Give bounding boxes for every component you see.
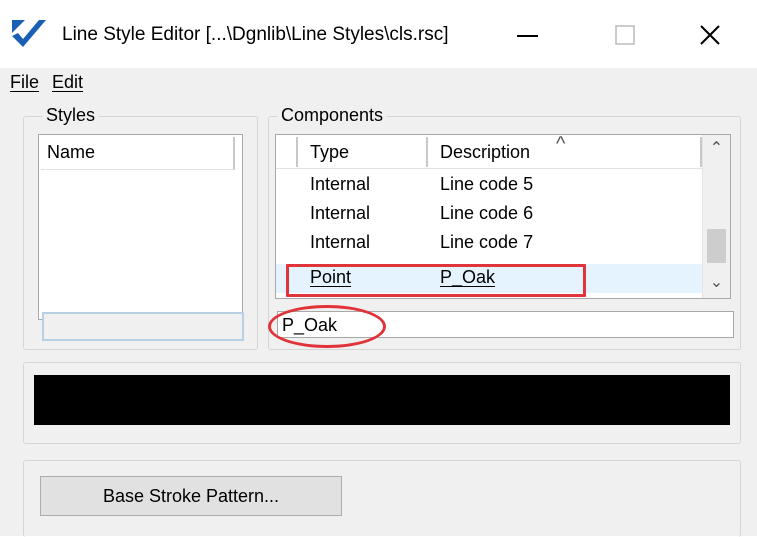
sort-ascending-icon: ^	[556, 134, 566, 155]
input-annotation-ellipse	[268, 305, 386, 348]
close-button[interactable]	[684, 12, 734, 58]
description-column-header[interactable]: Description	[440, 142, 530, 163]
line-style-preview	[34, 375, 730, 425]
selection-annotation-rectangle	[286, 264, 586, 297]
window-title: Line Style Editor [...\Dgnlib\Line Style…	[62, 24, 449, 45]
close-icon	[700, 25, 720, 45]
app-icon	[12, 20, 46, 47]
header-separator	[426, 137, 428, 167]
type-column-header[interactable]: Type	[310, 142, 349, 163]
minimize-icon	[517, 35, 538, 37]
header-separator	[296, 137, 298, 167]
row-type: Internal	[310, 232, 371, 252]
row-description: Line code 6	[440, 203, 534, 223]
row-type: Internal	[310, 174, 371, 194]
title-bar: Line Style Editor [...\Dgnlib\Line Style…	[0, 0, 757, 68]
components-group-label: Components	[277, 105, 388, 126]
menu-bar: File Edit	[0, 68, 757, 99]
row-description: Line code 5	[440, 174, 534, 194]
minimize-button[interactable]	[502, 12, 552, 58]
row-description: Line code 7	[440, 232, 534, 252]
line-style-editor-window: Line Style Editor [...\Dgnlib\Line Style…	[0, 0, 757, 537]
table-row[interactable]: Internal Line code 7	[276, 229, 702, 258]
table-row[interactable]: Internal Line code 6	[276, 200, 702, 229]
menu-edit[interactable]: Edit	[52, 72, 83, 93]
components-header: Type Description ^	[276, 135, 702, 169]
scroll-up-icon[interactable]: ⌃	[703, 135, 730, 162]
style-name-field	[42, 312, 244, 341]
scroll-down-icon[interactable]: ⌄	[703, 269, 730, 296]
maximize-icon	[615, 25, 635, 45]
components-group: Components Type Description ^ Internal L…	[268, 105, 741, 350]
menu-file[interactable]: File	[10, 72, 39, 93]
components-list[interactable]: Type Description ^ Internal Line code 5 …	[275, 134, 731, 299]
scroll-thumb[interactable]	[707, 229, 726, 263]
stroke-pattern-group: Base Stroke Pattern...	[23, 460, 741, 537]
styles-group: Styles Name	[23, 105, 258, 350]
base-stroke-pattern-button[interactable]: Base Stroke Pattern...	[40, 476, 342, 516]
components-scrollbar[interactable]: ⌃ ⌄	[702, 135, 730, 298]
styles-name-header-label: Name	[47, 142, 96, 162]
row-type: Internal	[310, 203, 371, 223]
table-row[interactable]: Internal Line code 5	[276, 171, 702, 200]
styles-group-label: Styles	[42, 105, 100, 126]
preview-group	[23, 362, 741, 444]
styles-list[interactable]: Name	[38, 134, 243, 320]
styles-name-column-header[interactable]: Name	[41, 137, 235, 170]
maximize-button[interactable]	[599, 12, 649, 58]
